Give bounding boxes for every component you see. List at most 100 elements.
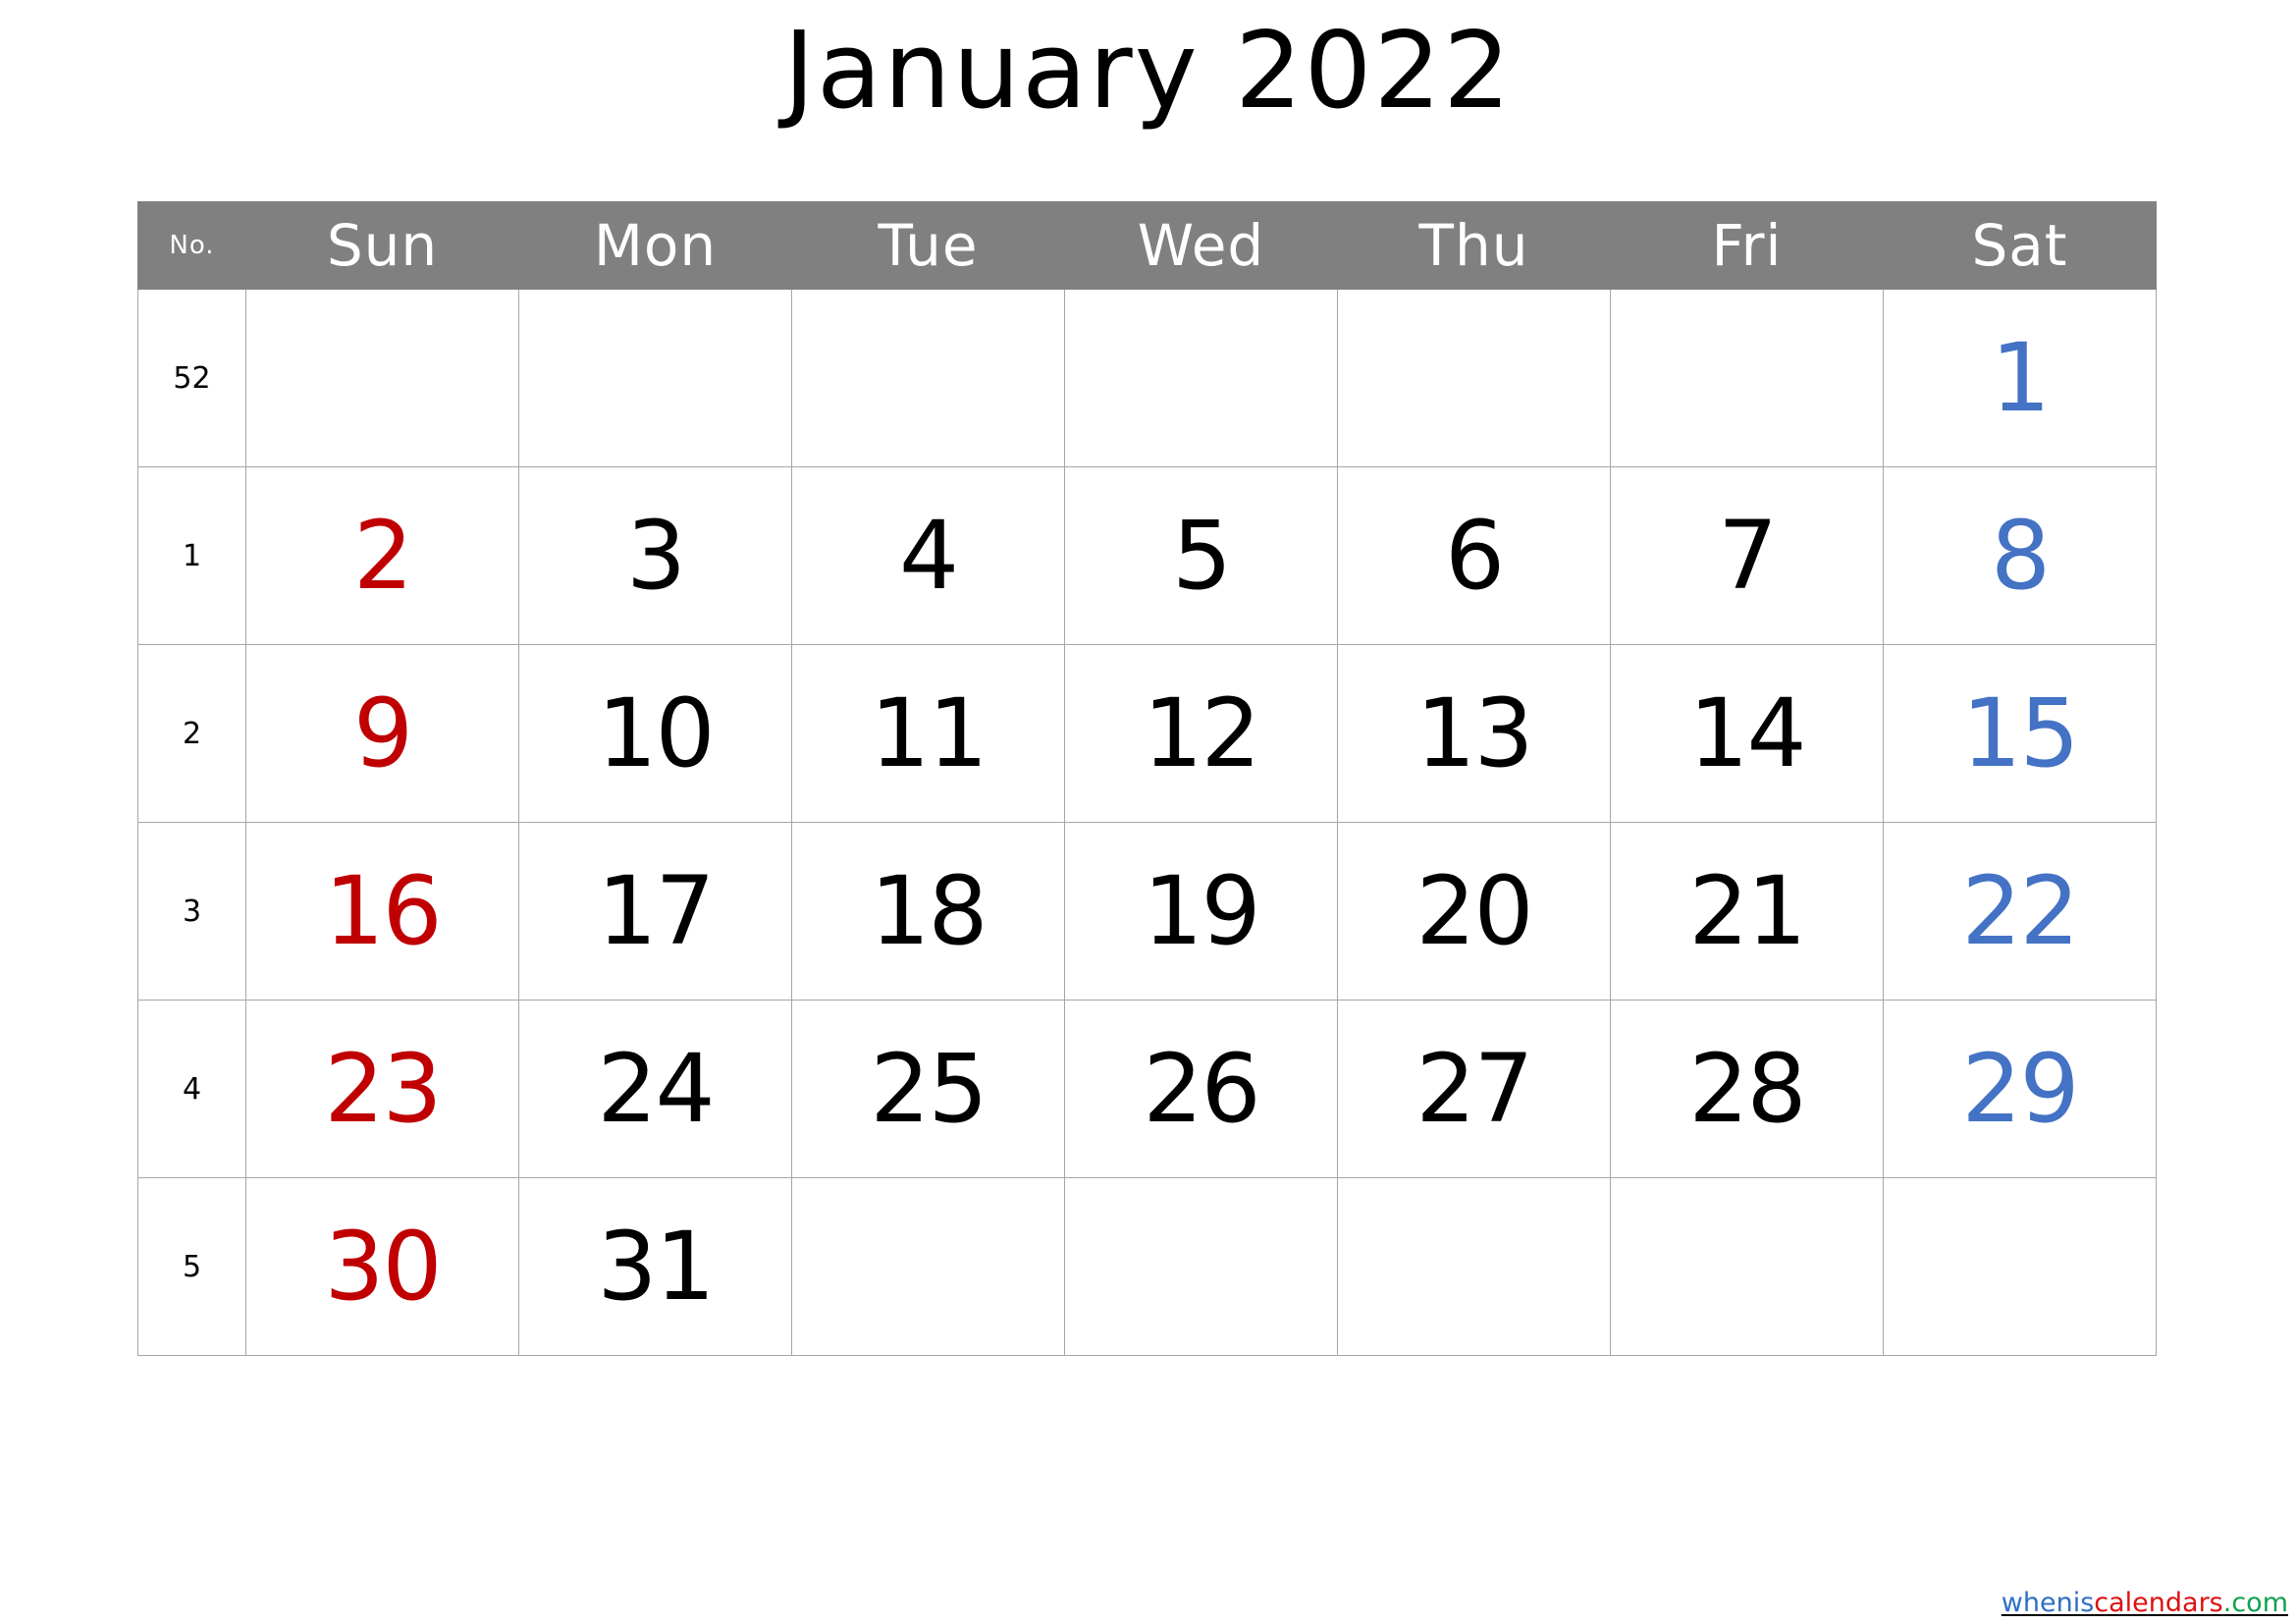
day-number: 27 [1415, 1034, 1533, 1144]
week-number-cell: 3 [137, 822, 246, 1001]
day-cell [791, 289, 1065, 467]
week-number-cell: 4 [137, 1000, 246, 1178]
day-number: 3 [625, 501, 686, 611]
day-number: 16 [324, 856, 442, 966]
day-cell[interactable]: 26 [1064, 1000, 1338, 1178]
calendar-body: 52 1 1 2 3 4 5 6 7 8 2 9 10 11 12 13 14 15 3 16 17 18 19 20 21 22… [137, 289, 2157, 1356]
day-number: 11 [870, 678, 988, 788]
day-cell[interactable]: 21 [1610, 822, 1884, 1001]
day-number: 4 [898, 501, 959, 611]
header-day-thu: Thu [1337, 201, 1611, 290]
calendar-week-row: 4 23 24 25 26 27 28 29 [137, 1000, 2157, 1178]
day-number: 21 [1688, 856, 1806, 966]
day-cell [518, 289, 792, 467]
day-number: 10 [597, 678, 715, 788]
day-number: 17 [597, 856, 715, 966]
day-cell[interactable]: 4 [791, 466, 1065, 645]
day-number: 13 [1415, 678, 1533, 788]
header-day-fri: Fri [1610, 201, 1884, 290]
calendar-week-row: 12 3 4 5 6 7 8 [137, 466, 2157, 645]
day-number: 29 [1961, 1034, 2079, 1144]
day-cell[interactable]: 6 [1337, 466, 1611, 645]
week-number-cell: 2 [137, 644, 246, 823]
day-cell[interactable]: 7 [1610, 466, 1884, 645]
day-number: 22 [1961, 856, 2079, 966]
day-cell[interactable]: 1 [1883, 289, 2157, 467]
day-number: 12 [1143, 678, 1260, 788]
header-day-sat: Sat [1883, 201, 2157, 290]
calendar-week-row: 52 1 [137, 289, 2157, 467]
day-number: 5 [1171, 501, 1232, 611]
calendar-page: January 2022 No. Sun Mon Tue Wed Thu Fri… [0, 0, 2296, 1624]
day-cell[interactable]: 11 [791, 644, 1065, 823]
day-number: 2 [352, 501, 413, 611]
header-day-mon: Mon [518, 201, 792, 290]
week-number-cell: 5 [137, 1177, 246, 1356]
calendar-header: No. Sun Mon Tue Wed Thu Fri Sat [137, 201, 2157, 290]
calendar-week-row: 2 9 10 11 12 13 14 15 [137, 644, 2157, 823]
week-number-cell: 1 [137, 466, 246, 645]
day-cell [791, 1177, 1065, 1356]
day-cell [1610, 289, 1884, 467]
day-cell [1337, 289, 1611, 467]
day-cell[interactable]: 14 [1610, 644, 1884, 823]
calendar-week-row: 3 16 17 18 19 20 21 22 [137, 822, 2157, 1001]
day-cell[interactable]: 16 [245, 822, 519, 1001]
day-cell[interactable]: 9 [245, 644, 519, 823]
day-number: 9 [352, 678, 413, 788]
day-cell[interactable]: 8 [1883, 466, 2157, 645]
day-cell[interactable]: 30 [245, 1177, 519, 1356]
day-cell[interactable]: 31 [518, 1177, 792, 1356]
day-cell[interactable]: 5 [1064, 466, 1338, 645]
day-cell[interactable]: 29 [1883, 1000, 2157, 1178]
day-cell[interactable]: 3 [518, 466, 792, 645]
day-cell[interactable]: 15 [1883, 644, 2157, 823]
watermark-link[interactable]: wheniscalendars.com [2002, 1589, 2288, 1618]
day-cell[interactable]: 18 [791, 822, 1065, 1001]
day-cell[interactable]: 28 [1610, 1000, 1884, 1178]
day-cell [1064, 289, 1338, 467]
day-number: 30 [324, 1212, 442, 1322]
page-title: January 2022 [783, 10, 1513, 133]
day-number: 28 [1688, 1034, 1806, 1144]
day-cell[interactable]: 27 [1337, 1000, 1611, 1178]
header-day-wed: Wed [1064, 201, 1338, 290]
watermark-part-3: .com [2222, 1588, 2288, 1618]
day-number: 31 [597, 1212, 715, 1322]
header-row: No. Sun Mon Tue Wed Thu Fri Sat [137, 201, 2157, 290]
watermark-part-1: whenis [2001, 1588, 2095, 1618]
day-cell[interactable]: 12 [1064, 644, 1338, 823]
day-number: 7 [1717, 501, 1778, 611]
day-cell[interactable]: 10 [518, 644, 792, 823]
day-cell [1064, 1177, 1338, 1356]
day-number: 6 [1444, 501, 1505, 611]
day-cell[interactable]: 2 [245, 466, 519, 645]
day-cell [1883, 1177, 2157, 1356]
day-number: 19 [1143, 856, 1260, 966]
day-number: 8 [1990, 501, 2051, 611]
header-day-tue: Tue [791, 201, 1065, 290]
day-cell[interactable]: 22 [1883, 822, 2157, 1001]
calendar-table: No. Sun Mon Tue Wed Thu Fri Sat 52 1 1 2 3 4 5… [137, 201, 2157, 1356]
day-number: 14 [1688, 678, 1806, 788]
header-day-sun: Sun [245, 201, 519, 290]
day-number: 26 [1143, 1034, 1260, 1144]
day-cell [1610, 1177, 1884, 1356]
day-cell[interactable]: 20 [1337, 822, 1611, 1001]
day-cell[interactable]: 23 [245, 1000, 519, 1178]
day-cell[interactable]: 19 [1064, 822, 1338, 1001]
header-week-number: No. [137, 201, 246, 290]
day-cell [245, 289, 519, 467]
day-number: 20 [1415, 856, 1533, 966]
watermark-part-2: calendars [2094, 1588, 2223, 1618]
day-cell[interactable]: 24 [518, 1000, 792, 1178]
day-number: 25 [870, 1034, 988, 1144]
day-cell [1337, 1177, 1611, 1356]
day-cell[interactable]: 25 [791, 1000, 1065, 1178]
calendar-week-row: 5 30 31 [137, 1177, 2157, 1356]
day-cell[interactable]: 13 [1337, 644, 1611, 823]
week-number-cell: 52 [137, 289, 246, 467]
day-cell[interactable]: 17 [518, 822, 792, 1001]
day-number: 15 [1961, 678, 2079, 788]
day-number: 18 [870, 856, 988, 966]
